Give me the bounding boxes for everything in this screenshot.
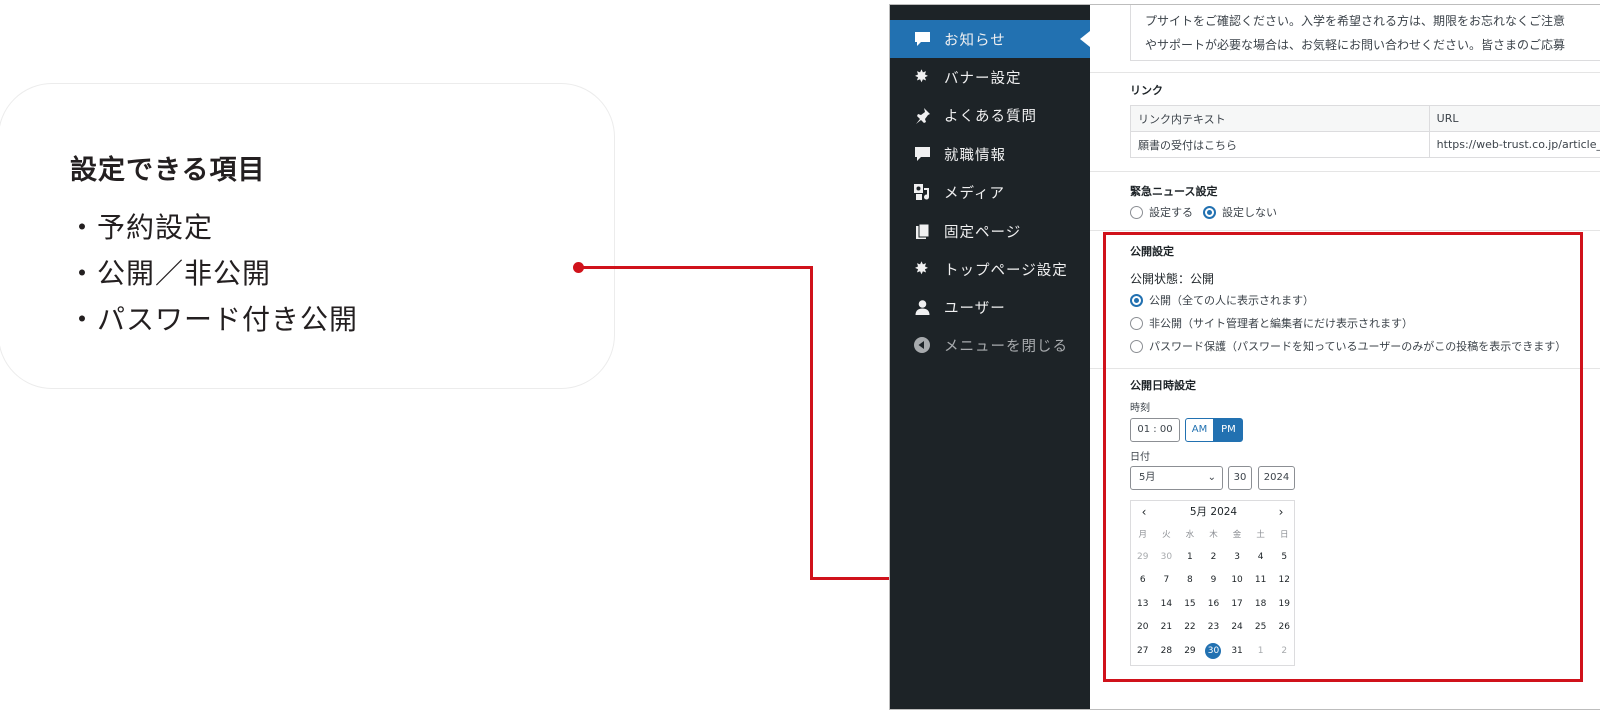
divider — [1090, 230, 1600, 231]
emergency-option-off[interactable]: 設定しない — [1203, 204, 1277, 220]
sidebar-item-users[interactable]: ユーザー — [890, 288, 1090, 326]
sidebar-item-faq[interactable]: よくある質問 — [890, 96, 1090, 134]
admin-sidebar: お知らせ ✸ バナー設定 よくある質問 就職情報 メディア 固定ページ ✸ トッ… — [890, 5, 1090, 709]
pin-icon — [912, 105, 932, 125]
connector-line — [579, 266, 813, 269]
emergency-news-label: 緊急ニュース設定 — [1130, 185, 1218, 198]
sidebar-item-label: 固定ページ — [944, 224, 1022, 241]
radio-button[interactable] — [1130, 205, 1143, 219]
notice-body-text[interactable]: プサイトをご確認ください。入学を希望される方は、期限をお忘れなくご注意 やサポー… — [1130, 5, 1600, 61]
divider — [1090, 72, 1600, 73]
emergency-option-on[interactable]: 設定する — [1130, 204, 1193, 220]
sidebar-item-news[interactable]: お知らせ — [890, 20, 1090, 58]
radio-label: 設定しない — [1222, 206, 1277, 219]
sidebar-item-label: お知らせ — [944, 32, 1006, 49]
sidebar-item-jobs[interactable]: 就職情報 — [890, 135, 1090, 173]
sidebar-item-top-page[interactable]: ✸ トップページ設定 — [890, 250, 1090, 288]
connector-line — [810, 266, 813, 580]
collapse-icon — [912, 335, 932, 355]
gear-icon: ✸ — [914, 259, 930, 279]
link-url-cell[interactable]: https://web-trust.co.jp/article_ — [1428, 131, 1600, 158]
links-table: リンク内テキスト URL 願書の受付はこちら https://web-trust… — [1130, 105, 1600, 158]
sidebar-item-media[interactable]: メディア — [890, 173, 1090, 211]
callout-item: 公開／非公開 — [68, 251, 358, 297]
notice-line: プサイトをご確認ください。入学を希望される方は、期限をお忘れなくご注意 — [1145, 14, 1566, 28]
divider — [1090, 171, 1600, 172]
callout-item: 予約設定 — [68, 205, 358, 251]
sidebar-item-pages[interactable]: 固定ページ — [890, 212, 1090, 250]
gear-icon: ✸ — [914, 67, 930, 87]
links-col-header: URL — [1428, 105, 1600, 132]
link-text-cell[interactable]: 願書の受付はこちら — [1130, 131, 1430, 158]
callout-list: 予約設定 公開／非公開 パスワード付き公開 — [68, 205, 358, 343]
sidebar-item-label: 就職情報 — [944, 147, 1006, 164]
notice-line: やサポートが必要な場合は、お気軽にお問い合わせください。皆さまのご応募 — [1145, 38, 1566, 52]
speech-bubble-icon — [912, 144, 932, 164]
sidebar-item-label: メディア — [944, 185, 1005, 202]
sidebar-item-label: メニューを閉じる — [944, 338, 1068, 355]
sidebar-item-label: バナー設定 — [944, 70, 1022, 87]
links-col-header: リンク内テキスト — [1130, 105, 1430, 132]
sidebar-item-banner[interactable]: ✸ バナー設定 — [890, 58, 1090, 96]
highlight-frame — [1103, 232, 1583, 682]
radio-button[interactable] — [1203, 205, 1216, 219]
links-label: リンク — [1130, 84, 1163, 97]
user-icon — [912, 297, 932, 317]
sidebar-item-label: よくある質問 — [944, 108, 1037, 125]
callout-title: 設定できる項目 — [70, 155, 266, 186]
pages-icon — [912, 221, 932, 241]
radio-label: 設定する — [1149, 206, 1193, 219]
speech-bubble-icon — [912, 29, 932, 49]
sidebar-item-label: トップページ設定 — [944, 262, 1068, 279]
callout-item: パスワード付き公開 — [68, 297, 358, 343]
table-row[interactable]: 願書の受付はこちら https://web-trust.co.jp/articl… — [1130, 131, 1600, 158]
media-icon — [912, 182, 932, 202]
sidebar-item-label: ユーザー — [944, 300, 1006, 317]
collapse-menu-button[interactable]: メニューを閉じる — [890, 326, 1090, 364]
